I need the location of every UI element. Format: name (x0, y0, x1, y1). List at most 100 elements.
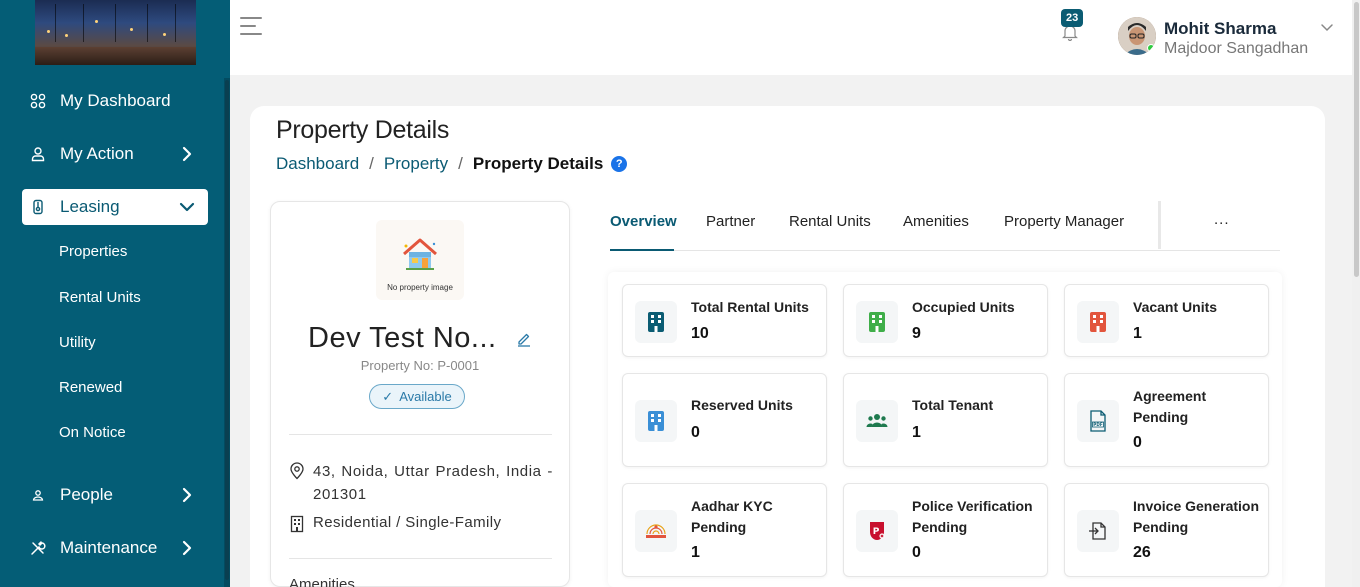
stat-card-total-rental-units[interactable]: Total Rental Units 10 (622, 284, 827, 357)
stat-card-police-verification-pending[interactable]: P Police Verification Pending 0 (843, 483, 1048, 577)
location-pin-icon (290, 462, 304, 480)
building-icon (290, 515, 304, 533)
stat-card-total-tenant[interactable]: Total Tenant 1 (843, 373, 1048, 467)
tab-property-manager[interactable]: Property Manager (1004, 213, 1124, 230)
page-scrollbar-thumb[interactable] (1354, 2, 1359, 277)
stat-value: 1 (912, 424, 921, 441)
property-image-placeholder: No property image (376, 220, 464, 300)
aadhaar-icon (646, 524, 666, 538)
stat-card-occupied-units[interactable]: Occupied Units 9 (843, 284, 1048, 357)
stat-card-aadhar-kyc-pending[interactable]: Aadhar KYC Pending 1 (622, 483, 827, 577)
active-tab-indicator (610, 249, 674, 251)
sidebar-item-label: Maintenance (60, 538, 158, 557)
brand-logo-image[interactable] (35, 0, 196, 65)
stat-value: 0 (912, 544, 921, 561)
stat-value: 26 (1133, 544, 1151, 561)
page-scrollbar-track[interactable] (1352, 0, 1360, 587)
sidebar: My Dashboard My Action Leasing Propertie… (0, 0, 230, 587)
breadcrumb: Dashboard / Property / Property Details … (276, 154, 628, 174)
building-icon (648, 312, 664, 332)
breadcrumb-link-property[interactable]: Property (384, 154, 448, 174)
tab-overview[interactable]: Overview (610, 213, 677, 230)
stat-label: Total Rental Units (691, 299, 809, 315)
divider (289, 434, 552, 435)
notification-count-badge: 23 (1061, 9, 1084, 27)
stat-card-agreement-pending[interactable]: PDF Agreement Pending 0 (1064, 373, 1269, 467)
user-organization: Majdoor Sangadhan (1164, 40, 1309, 57)
invoice-icon (1089, 522, 1106, 540)
main-panel: Property Details Dashboard / Property / … (250, 106, 1325, 587)
amenities-heading: Amenities (289, 576, 355, 587)
more-tabs-button[interactable]: ... (1214, 211, 1230, 228)
stat-label: Occupied Units (912, 299, 1015, 315)
sidebar-subitem-rental-units[interactable]: Rental Units (59, 289, 141, 306)
tab-partner[interactable]: Partner (706, 213, 755, 230)
sidebar-item-label: My Dashboard (60, 91, 171, 110)
property-type: Residential / Single-Family (313, 514, 502, 531)
user-action-icon (30, 146, 46, 162)
pdf-icon: PDF (1090, 410, 1106, 432)
chevron-right-icon (182, 146, 192, 162)
page-title: Property Details (276, 116, 450, 144)
sidebar-item-label: People (60, 485, 113, 504)
top-bar: 23 Mohit Sharma Majdoor Sangadhan (230, 0, 1360, 75)
avatar[interactable] (1118, 17, 1156, 55)
sidebar-item-label: My Action (60, 144, 134, 163)
tab-rental-units[interactable]: Rental Units (789, 213, 871, 230)
chevron-right-icon (182, 540, 192, 556)
stat-card-vacant-units[interactable]: Vacant Units 1 (1064, 284, 1269, 357)
sidebar-item-my-dashboard[interactable]: My Dashboard (22, 83, 208, 119)
tools-icon (30, 540, 46, 556)
house-icon (403, 238, 437, 270)
sidebar-subitem-utility[interactable]: Utility (59, 334, 96, 351)
breadcrumb-current: Property Details (472, 154, 604, 173)
property-summary-card: No property image Dev Test No... Propert… (270, 201, 570, 587)
tab-amenities[interactable]: Amenities (903, 213, 969, 230)
sidebar-item-people[interactable]: People (22, 477, 208, 513)
check-icon: ✓ (382, 388, 394, 404)
sidebar-item-my-action[interactable]: My Action (22, 136, 208, 172)
stat-label: Agreement Pending (1133, 388, 1207, 425)
sidebar-scrollbar-thumb[interactable] (225, 80, 229, 580)
building-icon (648, 411, 664, 431)
group-icon (866, 414, 888, 427)
property-address: 43, Noida, Uttar Pradesh, India - 201301 (313, 463, 553, 503)
stat-value: 10 (691, 325, 709, 342)
building-icon (869, 312, 885, 332)
status-badge: ✓ Available (369, 384, 465, 409)
stat-label: Total Tenant (912, 397, 994, 413)
help-icon[interactable]: ? (611, 156, 628, 172)
edit-icon[interactable] (516, 331, 532, 347)
stat-value: 0 (691, 424, 700, 441)
sidebar-item-maintenance[interactable]: Maintenance (22, 530, 208, 566)
lease-icon (30, 199, 46, 215)
sidebar-item-label: Leasing (60, 197, 120, 216)
svg-text:P: P (873, 527, 880, 537)
online-status-dot (1147, 44, 1155, 52)
status-label: Available (399, 389, 452, 404)
stat-label: Police Verification Pending (912, 498, 1033, 535)
property-image-caption: No property image (387, 283, 453, 292)
user-name[interactable]: Mohit Sharma (1164, 19, 1276, 39)
sidebar-subitem-on-notice[interactable]: On Notice (59, 424, 126, 441)
stat-value: 1 (691, 544, 700, 561)
stat-card-reserved-units[interactable]: Reserved Units 0 (622, 373, 827, 467)
stat-value: 1 (1133, 325, 1142, 342)
sidebar-item-leasing[interactable]: Leasing (22, 189, 208, 225)
chevron-down-icon (179, 202, 195, 212)
menu-toggle-icon[interactable] (240, 17, 262, 35)
chevron-right-icon (182, 487, 192, 503)
tab-divider (1158, 201, 1161, 249)
divider (289, 558, 552, 559)
stat-card-invoice-generation-pending[interactable]: Invoice Generation Pending 26 (1064, 483, 1269, 577)
police-badge-icon: P (870, 522, 885, 540)
stat-label: Invoice Generation Pending (1133, 498, 1260, 535)
stat-label: Vacant Units (1133, 299, 1218, 315)
person-icon (30, 487, 46, 503)
breadcrumb-link-dashboard[interactable]: Dashboard (276, 154, 359, 174)
property-tabs: Overview Partner Rental Units Amenities … (610, 201, 1280, 251)
chevron-down-icon[interactable] (1320, 20, 1334, 34)
tab-label: Overview (610, 213, 677, 230)
sidebar-subitem-renewed[interactable]: Renewed (59, 379, 122, 396)
sidebar-subitem-properties[interactable]: Properties (59, 243, 127, 260)
